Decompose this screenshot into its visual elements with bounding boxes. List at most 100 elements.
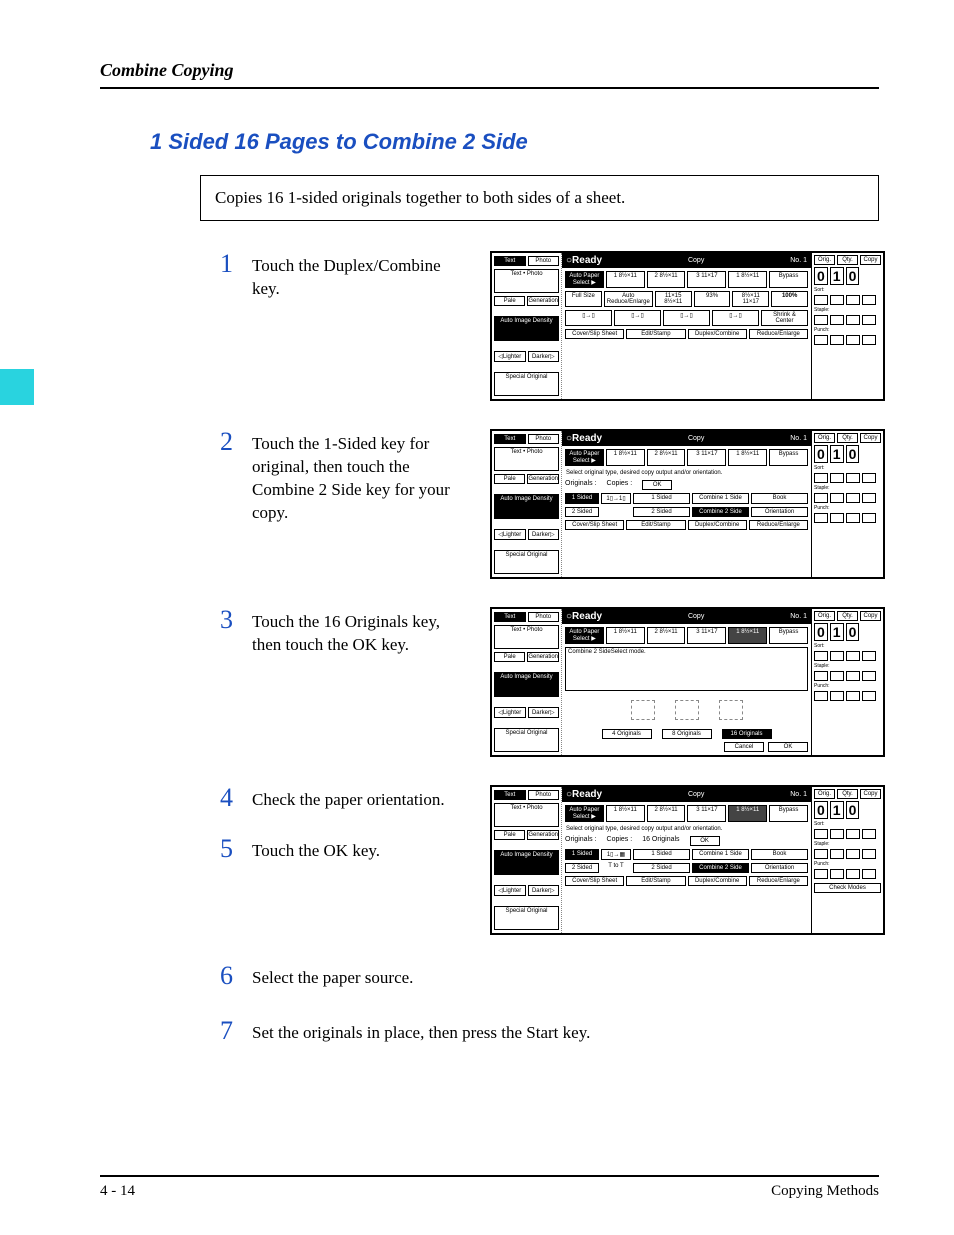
special-original-button[interactable]: Special Original (494, 728, 559, 752)
edit-stamp-button[interactable]: Edit/Stamp (626, 876, 685, 886)
auto-paper-select-button[interactable]: Auto Paper Select ▶ (565, 805, 604, 822)
tray4-button[interactable]: 1 8½×11 (728, 805, 767, 822)
two-sided-copy-button[interactable]: 2 Sided (633, 507, 690, 517)
text-button[interactable]: Text (494, 612, 526, 622)
tray1-button[interactable]: 1 8½×11 (606, 271, 645, 288)
tray2-button[interactable]: 2 8½×11 (647, 449, 686, 466)
combine-1-side-button[interactable]: Combine 1 Side (692, 493, 749, 504)
tray4-button[interactable]: 1 8½×11 (728, 271, 767, 288)
bypass-button[interactable]: Bypass (769, 449, 808, 466)
hundred-percent-button[interactable]: 100% (771, 291, 808, 307)
auto-image-density-button[interactable]: Auto Image Density (494, 494, 559, 518)
ratio1-button[interactable]: 11×15 8½×11 (655, 291, 692, 307)
text-photo-button[interactable]: Text • Photo (494, 447, 559, 471)
text-photo-button[interactable]: Text • Photo (494, 625, 559, 649)
duplex-opt-4[interactable]: ▯→▯ (712, 310, 759, 326)
tray3-button[interactable]: 3 11×17 (687, 627, 726, 644)
text-photo-button[interactable]: Text • Photo (494, 269, 559, 293)
one-sided-original-button[interactable]: 1 Sided (565, 849, 599, 860)
darker-button[interactable]: Darker▷ (528, 885, 560, 896)
generation-button[interactable]: Generation (527, 830, 559, 840)
text-button[interactable]: Text (494, 790, 526, 800)
photo-button[interactable]: Photo (528, 434, 560, 444)
tray3-button[interactable]: 3 11×17 (687, 271, 726, 288)
auto-paper-select-button[interactable]: Auto Paper Select ▶ (565, 627, 604, 644)
generation-button[interactable]: Generation (527, 474, 559, 484)
ratio2-button[interactable]: 8½×11 11×17 (732, 291, 769, 307)
duplex-combine-button[interactable]: Duplex/Combine (688, 329, 747, 339)
reduce-enlarge-button[interactable]: Reduce/Enlarge (749, 329, 808, 339)
one-sided-copy-button[interactable]: 1 Sided (633, 849, 690, 860)
two-sided-copy-button[interactable]: 2 Sided (633, 863, 690, 873)
bypass-button[interactable]: Bypass (769, 627, 808, 644)
tray1-button[interactable]: 1 8½×11 (606, 627, 645, 644)
photo-button[interactable]: Photo (528, 256, 560, 266)
darker-button[interactable]: Darker▷ (528, 707, 560, 718)
auto-paper-select-button[interactable]: Auto Paper Select ▶ (565, 449, 604, 466)
auto-image-density-button[interactable]: Auto Image Density (494, 850, 559, 874)
tray3-button[interactable]: 3 11×17 (687, 805, 726, 822)
text-button[interactable]: Text (494, 434, 526, 444)
tray1-button[interactable]: 1 8½×11 (606, 805, 645, 822)
edit-stamp-button[interactable]: Edit/Stamp (626, 329, 685, 339)
check-modes-button[interactable]: Check Modes (814, 883, 881, 893)
duplex-opt-1[interactable]: ▯→▯ (565, 310, 612, 326)
pale-button[interactable]: Pale (494, 296, 525, 306)
one-sided-original-button[interactable]: 1 Sided (565, 493, 599, 504)
tray2-button[interactable]: 2 8½×11 (647, 805, 686, 822)
two-sided-original-button[interactable]: 2 Sided (565, 863, 599, 873)
ok-button[interactable]: OK (768, 742, 808, 752)
generation-button[interactable]: Generation (527, 296, 559, 306)
tray2-button[interactable]: 2 8½×11 (647, 627, 686, 644)
full-size-button[interactable]: Full Size (565, 291, 602, 307)
16-originals-button[interactable]: 16 Originals (722, 729, 772, 739)
lighter-button[interactable]: ◁Lighter (494, 351, 526, 362)
cover-slip-sheet-button[interactable]: Cover/Slip Sheet (565, 876, 624, 886)
book-button[interactable]: Book (751, 849, 808, 860)
8-originals-button[interactable]: 8 Originals (662, 729, 712, 739)
auto-reduce-enlarge-button[interactable]: Auto Reduce/Enlarge (604, 291, 653, 307)
shrink-center-button[interactable]: Shrink & Center (761, 310, 808, 326)
cancel-button[interactable]: Cancel (724, 742, 764, 752)
auto-image-density-button[interactable]: Auto Image Density (494, 316, 559, 340)
photo-button[interactable]: Photo (528, 790, 560, 800)
lighter-button[interactable]: ◁Lighter (494, 529, 526, 540)
edit-stamp-button[interactable]: Edit/Stamp (626, 520, 685, 530)
book-button[interactable]: Book (751, 493, 808, 504)
tray4-button[interactable]: 1 8½×11 (728, 627, 767, 644)
generation-button[interactable]: Generation (527, 652, 559, 662)
bypass-button[interactable]: Bypass (769, 271, 808, 288)
duplex-opt-2[interactable]: ▯→▯ (614, 310, 661, 326)
darker-button[interactable]: Darker▷ (528, 351, 560, 362)
tray1-button[interactable]: 1 8½×11 (606, 449, 645, 466)
bypass-button[interactable]: Bypass (769, 805, 808, 822)
duplex-combine-button[interactable]: Duplex/Combine (688, 876, 747, 886)
darker-button[interactable]: Darker▷ (528, 529, 560, 540)
pale-button[interactable]: Pale (494, 652, 525, 662)
duplex-combine-button[interactable]: Duplex/Combine (688, 520, 747, 530)
ok-button[interactable]: OK (642, 480, 672, 490)
auto-paper-select-button[interactable]: Auto Paper Select ▶ (565, 271, 604, 288)
combine-2-side-button[interactable]: Combine 2 Side (692, 863, 749, 873)
one-sided-copy-button[interactable]: 1 Sided (633, 493, 690, 504)
orientation-button[interactable]: Orientation (751, 863, 808, 873)
cover-slip-sheet-button[interactable]: Cover/Slip Sheet (565, 520, 624, 530)
reduce-enlarge-button[interactable]: Reduce/Enlarge (749, 520, 808, 530)
special-original-button[interactable]: Special Original (494, 372, 559, 396)
tray2-button[interactable]: 2 8½×11 (647, 271, 686, 288)
special-original-button[interactable]: Special Original (494, 550, 559, 574)
duplex-opt-3[interactable]: ▯→▯ (663, 310, 710, 326)
4-originals-button[interactable]: 4 Originals (602, 729, 652, 739)
ok-button[interactable]: OK (690, 836, 720, 846)
cover-slip-sheet-button[interactable]: Cover/Slip Sheet (565, 329, 624, 339)
reduce-enlarge-button[interactable]: Reduce/Enlarge (749, 876, 808, 886)
two-sided-original-button[interactable]: 2 Sided (565, 507, 599, 517)
text-button[interactable]: Text (494, 256, 526, 266)
tray4-button[interactable]: 1 8½×11 (728, 449, 767, 466)
lighter-button[interactable]: ◁Lighter (494, 707, 526, 718)
auto-image-density-button[interactable]: Auto Image Density (494, 672, 559, 696)
combine-2-side-button[interactable]: Combine 2 Side (692, 507, 749, 517)
pale-button[interactable]: Pale (494, 474, 525, 484)
photo-button[interactable]: Photo (528, 612, 560, 622)
combine-1-side-button[interactable]: Combine 1 Side (692, 849, 749, 860)
